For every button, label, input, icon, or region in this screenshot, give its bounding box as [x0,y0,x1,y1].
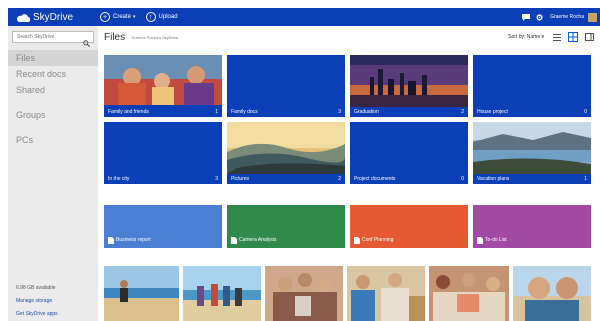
folder-name: Project documents [354,176,396,182]
chat-icon[interactable] [522,13,531,21]
photo-image [429,266,509,321]
content-header: Files Graeme Rocha's SkyDrive Sort by: N… [104,26,600,48]
folder-tile-graduation[interactable]: Graduation 2 [350,55,468,117]
skydrive-window: SkyDrive + Create ▾ ↑ Upload Graeme Roch… [0,0,600,321]
nav-separator [8,98,98,107]
folder-name: Graduation [354,109,379,115]
sidebar-footer: 6.98 GB available Manage storage Get Sky… [16,282,58,321]
folder-tile-family-docs[interactable]: Family docs 3 [227,55,345,117]
top-bar: SkyDrive + Create ▾ ↑ Upload Graeme Roch… [8,8,600,26]
document-icon [108,237,114,244]
search-input[interactable] [13,34,81,40]
folder-count: 1 [584,176,587,182]
folder-count: 2 [461,109,464,115]
app-name: SkyDrive [33,11,74,23]
skydrive-cloud-icon [16,13,30,22]
upload-label: Upload [158,14,178,20]
document-tile-conf-planning[interactable]: Conf Planning [350,205,468,248]
photo-thumbnail[interactable] [513,266,591,321]
folder-name: Family and friends [108,109,149,115]
plus-icon: + [100,12,110,22]
folder-name: Pictures [231,176,250,182]
folder-cover-photo [104,55,222,117]
document-name: Conf Planning [362,237,394,243]
sidebar-nav: Files Recent docs Shared Groups PCs [8,50,98,148]
photo-thumbnail[interactable] [265,266,343,321]
folder-tile-house-project[interactable]: House project 0 [473,55,591,117]
folder-count: 3 [215,176,218,182]
photo-thumbnail[interactable] [429,266,509,321]
list-view-icon[interactable] [552,32,562,42]
folder-count: 0 [584,109,587,115]
details-pane-icon[interactable] [584,32,594,42]
breadcrumb[interactable]: Graeme Rocha's SkyDrive [131,35,178,40]
thumbnail-view-icon[interactable] [568,32,578,42]
folder-name: In the city [108,176,130,182]
photo-image [513,266,591,321]
folder-cover-photo [473,122,591,184]
folder-name: Vacation plans [477,176,510,182]
document-name: To-do List [485,237,507,243]
document-icon [354,237,360,244]
gear-icon[interactable] [536,13,544,21]
photo-image [183,266,261,321]
folder-count: 3 [338,109,341,115]
sidebar: Files Recent docs Shared Groups PCs 6.98… [8,26,98,321]
photo-thumbnail[interactable] [347,266,425,321]
create-label: Create [113,14,132,20]
folder-count: 0 [461,176,464,182]
upload-button[interactable]: ↑ Upload [145,12,178,22]
app-logo[interactable]: SkyDrive [16,12,100,23]
sidebar-item-files[interactable]: Files [8,50,98,66]
photo-thumbnail[interactable] [183,266,261,321]
chevron-down-icon: ▾ [133,14,136,20]
sidebar-item-groups[interactable]: Groups [8,107,98,123]
folder-count: 2 [338,176,341,182]
get-apps-link[interactable]: Get SkyDrive apps [16,308,58,321]
sidebar-item-shared[interactable]: Shared [8,82,98,98]
sidebar-item-recent-docs[interactable]: Recent docs [8,66,98,82]
manage-storage-link[interactable]: Manage storage [16,295,58,308]
storage-available: 6.98 GB available [16,285,56,291]
nav-separator [8,123,98,132]
folder-cover-photo [227,122,345,184]
page-title: Files [104,31,126,43]
sidebar-item-pcs[interactable]: PCs [8,132,98,148]
sort-dropdown[interactable]: Sort by: Name ▾ [508,34,544,40]
top-right-area: Graeme Rocha [522,12,600,22]
folder-tile-vacation-plans[interactable]: Vacation plans 1 [473,122,591,184]
photo-thumbnail[interactable] [104,266,179,321]
folder-name: House project [477,109,508,115]
create-button[interactable]: + Create ▾ [100,12,136,22]
upload-icon: ↑ [145,12,156,22]
document-icon [231,237,237,244]
document-tile-business-report[interactable]: Business report [104,205,222,248]
photo-image [265,266,343,321]
photo-image [347,266,425,321]
folder-tile-pictures[interactable]: Pictures 2 [227,122,345,184]
photo-image [104,266,179,321]
search-box[interactable] [12,31,94,47]
document-tile-to-do-list[interactable]: To-do List [473,205,591,248]
folder-tile-project-documents[interactable]: Project documents 0 [350,122,468,184]
avatar[interactable] [588,12,597,22]
user-name[interactable]: Graeme Rocha [550,14,584,20]
folder-count: 1 [215,109,218,115]
folder-tile-family-and-friends[interactable]: Family and friends 1 [104,55,222,117]
folder-cover-photo [350,55,468,117]
folder-name: Family docs [231,109,258,115]
document-name: Business report [116,237,151,243]
document-icon [477,237,483,244]
document-name: Camera Analysis [239,237,277,243]
search-icon[interactable] [83,34,90,47]
folder-tile-in-the-city[interactable]: In the city 3 [104,122,222,184]
document-tile-camera-analysis[interactable]: Camera Analysis [227,205,345,248]
